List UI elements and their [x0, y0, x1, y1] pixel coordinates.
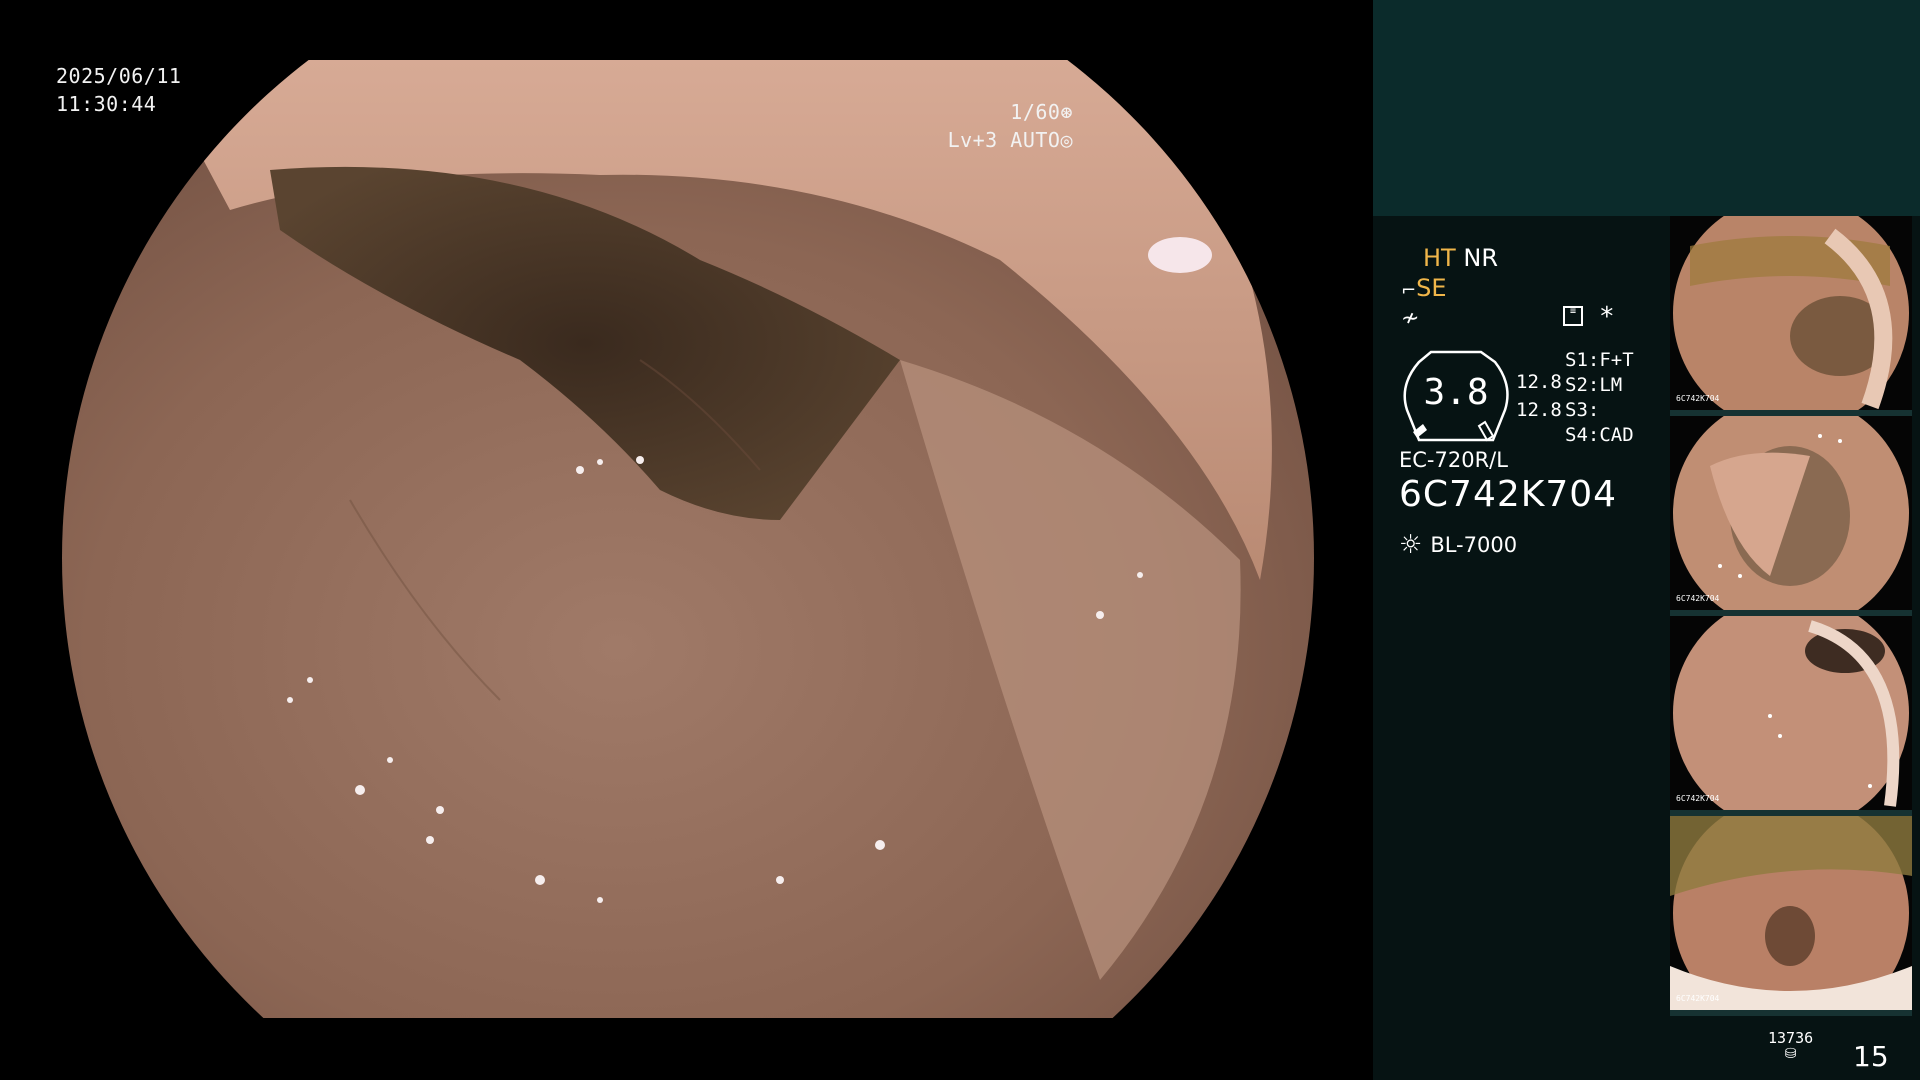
light-source-label: BL-7000 [1430, 533, 1518, 557]
shutter-readout: 1/60⊛ Lv+3 AUTO◎ [948, 98, 1073, 154]
filter-icon: ≁ [1401, 306, 1420, 331]
value-1: 12.8 [1516, 371, 1562, 393]
capture-thumbnail[interactable]: 6C742K704 [1670, 216, 1912, 416]
iris-value: 3.8 [1423, 372, 1489, 413]
light-source: ☼ BL-7000 [1399, 530, 1517, 560]
thumbnail-label: 6C742K704 [1676, 794, 1720, 803]
ht-indicator: HT [1423, 244, 1456, 272]
info-panel: HT NR ⌐SE ≁ ≡ * 3.8 12.8 12.8 S1:F+T S2:… [1373, 0, 1920, 1080]
timestamp: 2025/06/11 11:30:44 [56, 62, 181, 118]
shutter-icon: ⊛ [1060, 100, 1073, 124]
processing-status: HT NR [1423, 243, 1498, 273]
value-2: 12.8 [1516, 399, 1562, 421]
storage-icon: ⛁ [1784, 1046, 1797, 1062]
enhance-level: Lv+3 [947, 128, 998, 152]
switch-s2: S2:LM [1565, 374, 1623, 396]
thumbnail-label: 6C742K704 [1676, 994, 1720, 1003]
asterisk-icon: * [1599, 302, 1615, 332]
switch-s4: S4:CAD [1565, 424, 1634, 446]
panel-header-area [1373, 0, 1920, 216]
iris-mode: AUTO [1010, 128, 1061, 152]
capture-thumbnail[interactable]: 6C742K704 [1670, 416, 1912, 616]
auto-iris-icon: ◎ [1060, 128, 1073, 152]
capture-thumbnail[interactable]: 6C742K704 [1670, 616, 1912, 816]
time-text: 11:30:44 [56, 92, 157, 116]
capture-thumbnail[interactable]: 6C742K704 [1670, 816, 1912, 1016]
date-text: 2025/06/11 [56, 64, 182, 88]
image-count-value: 13736 [1768, 1029, 1814, 1047]
endoscopic-image [62, 60, 1314, 1018]
memo-icon: ≡ [1563, 306, 1583, 326]
scope-model: EC-720R/L [1399, 448, 1508, 472]
scope-serial: 6C742K704 [1399, 474, 1618, 515]
switch-s1: S1:F+T [1565, 349, 1634, 371]
se-indicator: SE [1416, 274, 1447, 302]
shutter-speed: 1/60 [1010, 100, 1061, 124]
structure-enhance-icon: ⌐ [1401, 280, 1417, 301]
image-counter: 13736 ⛁ [1768, 1030, 1813, 1062]
page-number: 15 [1853, 1040, 1889, 1073]
filter-row: ≁ [1401, 302, 1419, 334]
switch-s3: S3: [1565, 399, 1600, 421]
nr-indicator: NR [1463, 244, 1498, 272]
thumbnail-label: 6C742K704 [1676, 594, 1720, 603]
endoscope-live-view: 2025/06/11 11:30:44 1/60⊛ Lv+3 AUTO◎ [0, 0, 1373, 1080]
light-source-icon: ☼ [1399, 530, 1423, 560]
thumbnail-label: 6C742K704 [1676, 394, 1720, 403]
